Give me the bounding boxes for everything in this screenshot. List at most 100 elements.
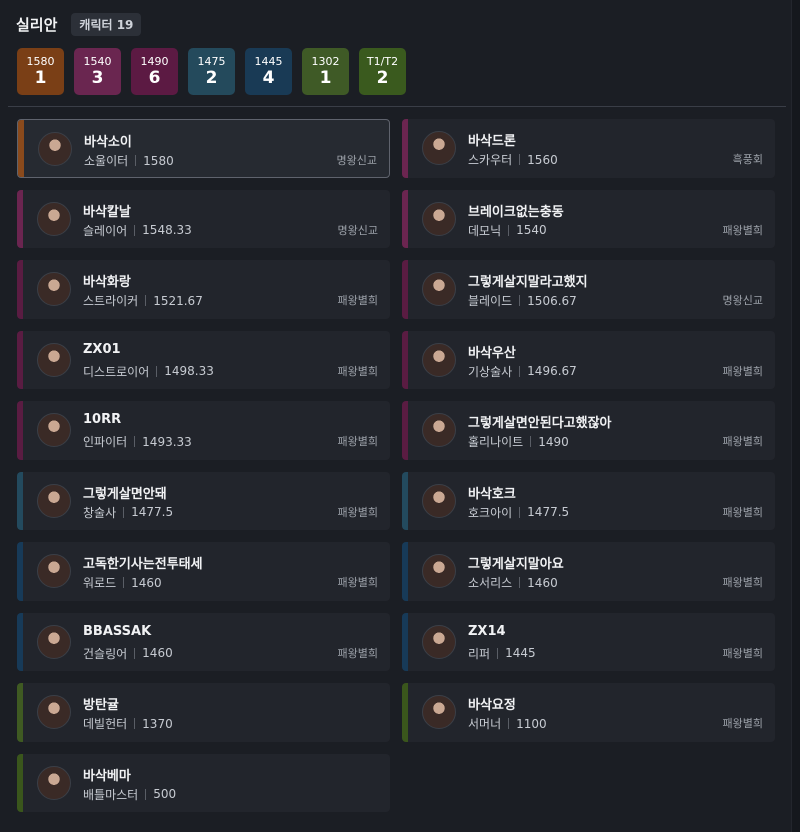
character-item-level: 1445: [505, 646, 536, 660]
character-info: 데빌헌터 1370: [83, 715, 173, 732]
character-class: 스카우터: [468, 153, 513, 167]
character-card[interactable]: 바삭화랑 스트라이커 1521.67 패왕별희: [17, 260, 390, 319]
level-badge[interactable]: 1540 3: [74, 48, 121, 95]
character-class: 블레이드: [468, 294, 513, 308]
character-avatar: [422, 201, 456, 236]
level-badge-count: 2: [376, 67, 389, 88]
character-card[interactable]: 10RR 인파이터 1493.33 패왕별희: [17, 401, 390, 460]
level-badge-count: 1: [319, 67, 332, 88]
character-class: 서머너: [468, 717, 502, 731]
info-separator: [123, 577, 125, 588]
character-card[interactable]: ZX14 리퍼 1445 패왕별희: [402, 612, 775, 671]
character-count-badge: 캐릭터 19: [71, 12, 142, 36]
character-guild: 패왕별희: [722, 505, 763, 519]
character-info: 워로드 1460: [83, 574, 162, 591]
tier-accent-bar: [402, 260, 408, 319]
tier-accent-bar: [17, 753, 23, 812]
character-card[interactable]: 바삭드론 스카우터 1560 흑풍회: [402, 119, 775, 178]
level-badge[interactable]: 1475 2: [188, 48, 235, 95]
character-card[interactable]: 그렇게살지말아요 소서리스 1460 패왕별희: [402, 542, 775, 601]
level-summary: 1580 1 1540 3 1490 6 1475 2 1445 4 1302 1 T1/T2 2: [17, 48, 406, 95]
level-badge-level: 1475: [197, 54, 226, 68]
character-card[interactable]: 바삭호크 호크아이 1477.5 패왕별희: [402, 471, 775, 530]
character-item-level: 500: [153, 787, 177, 801]
character-class: 소서리스: [468, 576, 513, 590]
character-guild: 명왕신교: [336, 154, 377, 167]
character-item-level: 1477.5: [527, 505, 570, 519]
character-card[interactable]: 바삭베마배틀마스터 500: [17, 753, 390, 812]
character-card[interactable]: 그렇게살면안돼 창술사 1477.5 패왕별희: [17, 471, 390, 530]
character-card[interactable]: 바삭요정 서머너 1100 패왕별희: [402, 683, 775, 742]
character-class: 워로드: [83, 576, 117, 590]
character-class: 창술사: [83, 505, 117, 520]
character-class: 스트라이커: [83, 294, 139, 308]
tier-accent-bar: [17, 683, 23, 742]
character-info: 리퍼 1445: [468, 645, 536, 662]
character-guild: 흑풍회: [732, 153, 763, 166]
character-card[interactable]: 바삭소이 소울이터 1580 명왕신교: [17, 119, 390, 178]
info-separator: [134, 718, 136, 729]
level-badge[interactable]: 1490 6: [131, 48, 178, 95]
character-avatar: [422, 272, 456, 306]
tier-accent-bar: [402, 119, 408, 178]
character-info: 데모닉 1540: [468, 222, 547, 239]
character-info: 홀리나이트 1490: [468, 433, 569, 450]
character-item-level: 1493.33: [142, 434, 192, 449]
character-name: 바삭베마: [83, 768, 131, 784]
character-card[interactable]: 고독한기사는전투태세 워로드 1460 패왕별희: [17, 542, 390, 601]
character-card[interactable]: 브레이크없는충동 데모닉 1540 패왕별희: [402, 189, 775, 248]
level-badge-level: 1540: [83, 54, 112, 68]
character-item-level: 1100: [516, 716, 547, 731]
info-separator: [135, 155, 137, 166]
character-item-level: 1477.5: [131, 505, 174, 519]
info-separator: [497, 647, 499, 659]
character-name: 바삭칼날: [83, 204, 131, 220]
character-item-level: 1560: [527, 152, 558, 167]
level-badge[interactable]: 1302 1: [302, 48, 349, 95]
character-card[interactable]: BBASSAK 건슬링어 1460 패왕별희: [17, 612, 390, 671]
character-avatar: [37, 413, 71, 447]
character-info: 블레이드 1506.67: [468, 292, 577, 309]
character-card[interactable]: 그렇게살면안된다고했잖아 홀리나이트 1490 패왕별희: [402, 401, 775, 460]
character-guild: 패왕별희: [337, 646, 378, 660]
level-badge-level: 1302: [311, 54, 340, 68]
info-separator: [134, 224, 136, 236]
character-card[interactable]: ZX01 디스트로이어 1498.33 패왕별희: [17, 330, 390, 389]
character-class: 배틀마스터: [83, 787, 139, 802]
info-separator: [145, 788, 147, 800]
character-card[interactable]: 그렇게살지말라고했지 블레이드 1506.67 명왕신교: [402, 260, 775, 319]
tier-accent-bar: [17, 542, 23, 601]
character-name: 방탄귤: [83, 698, 119, 713]
character-name: ZX01: [83, 341, 121, 357]
character-guild: 패왕별희: [722, 435, 763, 448]
level-badge[interactable]: 1445 4: [245, 48, 292, 95]
character-guild: 명왕신교: [337, 223, 378, 237]
character-info: 인파이터 1493.33: [83, 433, 192, 450]
info-separator: [123, 506, 125, 518]
character-name: 바삭화랑: [83, 275, 131, 290]
character-class: 홀리나이트: [468, 435, 524, 449]
character-item-level: 1460: [131, 575, 162, 590]
character-guild: 패왕별희: [337, 435, 378, 448]
character-name: 고독한기사는전투태세: [83, 557, 203, 572]
character-avatar: [422, 624, 456, 659]
info-separator: [508, 718, 510, 729]
level-badge[interactable]: T1/T2 2: [359, 48, 406, 95]
character-class: 소울이터: [84, 154, 129, 168]
info-separator: [134, 436, 136, 447]
character-item-level: 1580: [143, 153, 174, 168]
character-card[interactable]: 방탄귤데빌헌터 1370: [17, 683, 390, 742]
server-name: 실리안: [16, 15, 58, 34]
character-item-level: 1370: [142, 716, 173, 731]
tier-accent-bar: [17, 189, 23, 248]
level-badge[interactable]: 1580 1: [17, 48, 64, 95]
character-card[interactable]: 바삭우산 기상술사 1496.67 패왕별희: [402, 330, 775, 389]
character-guild: 패왕별희: [722, 717, 763, 730]
character-card[interactable]: 바삭칼날 슬레이어 1548.33 명왕신교: [17, 189, 390, 248]
character-info: 소서리스 1460: [468, 574, 558, 591]
tier-accent-bar: [402, 612, 408, 671]
character-avatar: [422, 483, 456, 518]
character-info: 배틀마스터 500: [83, 786, 176, 803]
character-avatar: [37, 483, 71, 518]
character-name: ZX14: [468, 623, 506, 639]
